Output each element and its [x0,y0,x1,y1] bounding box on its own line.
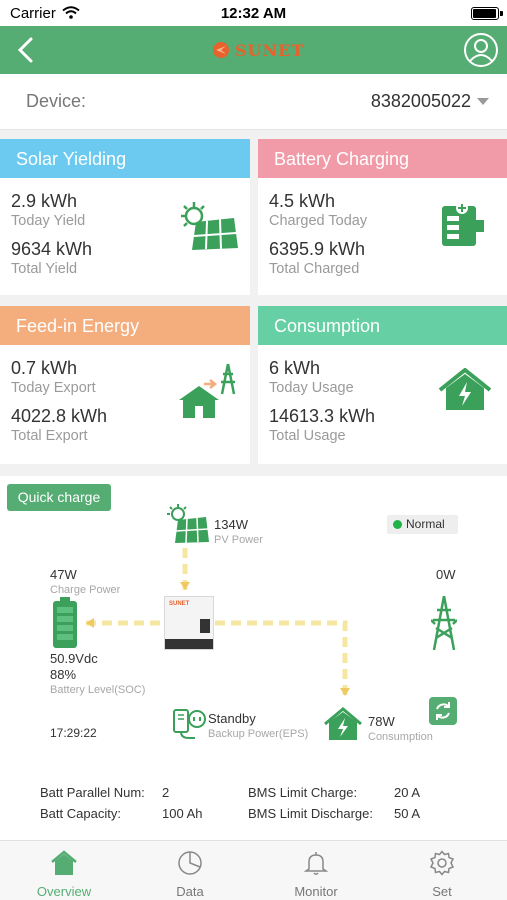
batt-parallel-label: Batt Parallel Num: [40,785,145,800]
status-bar: Carrier 12:32 AM [0,0,507,26]
tab-overview[interactable]: Overview [1,841,127,900]
bell-icon [303,852,329,875]
bms-charge-value: 20 A [394,785,421,800]
pv-power-label: PV Power [214,534,263,546]
refresh-icon [436,702,450,720]
home-icon [51,850,77,875]
status-time: 12:32 AM [220,5,287,22]
house-lightning-icon [324,707,362,740]
tab-label: Monitor [294,884,338,899]
solar-panel-icon [167,504,209,544]
bms-discharge-label: BMS Limit Discharge: [248,806,373,821]
tab-monitor[interactable]: Monitor [253,841,379,900]
battery-soc: 88% [50,667,77,682]
battery-charging-icon [442,202,484,246]
battery-status-icon [471,7,499,20]
inverter-brand-label: SUNET [169,601,190,607]
battery-icon [53,597,77,648]
pie-chart-icon [178,851,202,875]
batt-capacity-value: 100 Ah [162,806,203,821]
caret-down-icon[interactable] [477,98,489,105]
batt-parallel-value: 2 [162,785,170,800]
tab-set[interactable]: Set [379,841,505,900]
tab-data[interactable]: Data [127,841,253,900]
eps-label: Backup Power(EPS) [208,728,309,740]
brand-name: SUNET [235,40,305,60]
eps-status: Standby [208,711,256,726]
house-lightning-icon [438,368,492,410]
consumption-power-label: Consumption [368,731,433,743]
total-usage-label: Total Usage [269,428,346,444]
energy-flow-panel: Quick charge Normal 134W PV Power 47W Ch… [0,476,507,840]
solar-panel-icon [181,202,238,250]
gear-icon [429,850,455,876]
consumption-card: Consumption 6 kWh Today Usage 14613.3 kW… [258,306,507,464]
card-title: Solar Yielding [0,139,250,178]
tab-label: Set [432,884,452,899]
device-value[interactable]: 8382005022 [371,91,471,112]
consumption-power-value: 78W [368,714,395,729]
solar-yielding-card: Solar Yielding 2.9 kWh Today Yield 9634 … [0,139,250,295]
device-label: Device: [26,91,87,111]
header-bar: SUNET [0,26,507,74]
pv-power-value: 134W [214,517,248,532]
card-title: Feed-in Energy [0,306,250,345]
grid-power-value: 0W [436,567,456,582]
tab-bar: Overview Data Monitor Set [0,840,507,900]
grid-tower-icon [431,596,457,650]
bms-charge-label: BMS Limit Charge: [248,785,358,800]
update-time: 17:29:22 [50,726,97,740]
card-title: Battery Charging [258,139,507,178]
charge-power-value: 47W [50,567,77,582]
sunet-logo-icon [213,42,229,58]
total-export-label: Total Export [11,428,88,444]
refresh-button[interactable] [429,697,457,725]
backup-power-eps-icon [173,709,206,739]
device-selector[interactable]: Device: 8382005022 [0,74,507,130]
battery-charging-card: Battery Charging 4.5 kWh Charged Today 6… [258,139,507,295]
charge-power-label: Charge Power [50,584,121,596]
total-charged-label: Total Charged [269,261,360,277]
tab-label: Data [176,884,204,899]
chevron-left-icon[interactable] [12,34,40,66]
inverter-icon: SUNET [164,596,214,650]
batt-capacity-label: Batt Capacity: [40,806,121,821]
user-circle-icon[interactable] [463,32,499,68]
bms-discharge-value: 50 A [394,806,421,821]
brand-logo: SUNET [212,39,304,61]
battery-level-label: Battery Level(SOC) [50,684,146,696]
house-grid-export-icon [179,363,236,418]
battery-voltage: 50.9Vdc [50,651,98,666]
tab-label: Overview [36,884,92,899]
card-title: Consumption [258,306,507,345]
total-yield-label: Total Yield [11,261,78,277]
feed-in-energy-card: Feed-in Energy 0.7 kWh Today Export 4022… [0,306,250,464]
